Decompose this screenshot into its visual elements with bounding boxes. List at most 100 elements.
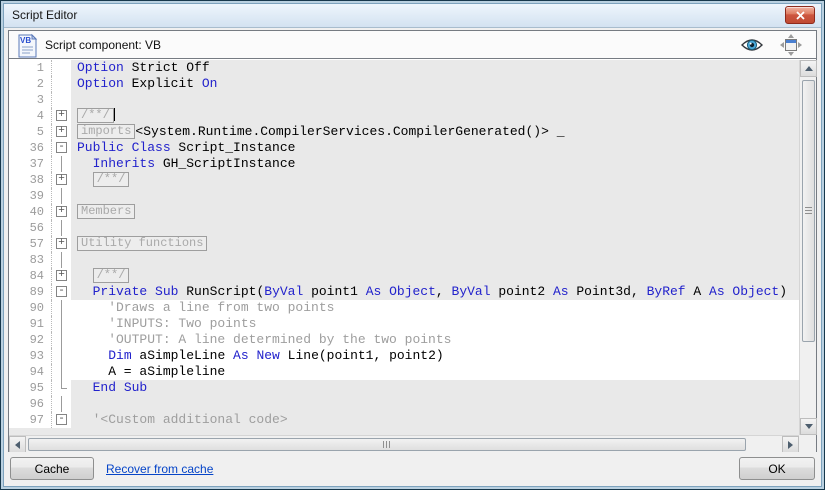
code-editor: 1 Option Strict Off 2 Option Explicit On 3 4 +… [9,60,817,453]
collapsed-region-box[interactable]: /**/ [77,108,114,123]
line-number: 93 [9,348,51,364]
code-line[interactable]: 1 Option Strict Off [9,60,799,76]
ok-button[interactable]: OK [739,457,815,480]
code-line[interactable]: 92 'OUTPUT: A line determined by the two… [9,332,799,348]
line-number: 3 [9,92,51,108]
expand-fold-icon[interactable]: + [56,206,67,217]
fit-window-icon[interactable] [780,34,802,56]
code-line[interactable]: 57 + Utility functions [9,236,799,252]
code-line[interactable]: 95 End Sub [9,380,799,396]
code-line[interactable]: 83 [9,252,799,268]
scroll-left-arrow-icon[interactable] [9,436,26,453]
code-text[interactable]: A = aSimpleline [71,364,799,380]
line-number: 56 [9,220,51,236]
code-line[interactable]: 37 Inherits GH_ScriptInstance [9,156,799,172]
code-text[interactable] [71,220,799,236]
keyword-token: Public Class [77,140,171,155]
code-text[interactable]: Utility functions [71,236,799,252]
code-text[interactable]: 'OUTPUT: A line determined by the two po… [71,332,799,348]
text-caret [113,108,115,121]
code-line[interactable]: 5 + imports <System.Runtime.CompilerService… [9,124,799,140]
collapsed-region-box[interactable]: /**/ [92,268,130,283]
code-line[interactable]: 90 'Draws a line from two points [9,300,799,316]
fold-gutter [51,348,71,364]
code-line[interactable]: 4 + /**/ [9,108,799,124]
code-text[interactable]: imports <System.Runtime.CompilerServices.… [71,124,799,140]
keyword-token: As Object [709,284,780,299]
thumb-grip [805,207,812,214]
collapsed-region-box[interactable]: Utility functions [77,236,208,251]
fold-gutter [51,76,71,92]
horizontal-scrollbar[interactable] [9,435,799,453]
expand-fold-icon[interactable]: + [56,110,67,121]
close-icon[interactable] [785,6,815,24]
code-text[interactable]: End Sub [71,380,799,396]
line-number: 92 [9,332,51,348]
code-line[interactable]: 93 Dim aSimpleLine As New Line(point1, p… [9,348,799,364]
scroll-right-arrow-icon[interactable] [782,436,799,453]
code-line[interactable]: 84 + /**/ [9,268,799,284]
keyword-token: ByVal [264,284,304,299]
collapsed-region-box[interactable]: imports [77,124,136,139]
vertical-scroll-thumb[interactable] [802,80,815,342]
keyword-token: ByRef [646,284,686,299]
code-text[interactable]: Option Explicit On [71,76,799,92]
code-area[interactable]: 1 Option Strict Off 2 Option Explicit On 3 4 +… [9,60,799,435]
code-line[interactable]: 38 + /**/ [9,172,799,188]
code-line[interactable]: 56 [9,220,799,236]
code-text[interactable]: Private Sub RunScript(ByVal point1 As Ob… [71,284,799,300]
fold-gutter: + [51,236,71,252]
code-line[interactable]: 2 Option Explicit On [9,76,799,92]
collapse-fold-icon[interactable]: - [56,414,67,425]
horizontal-scroll-thumb[interactable] [28,438,746,451]
code-line[interactable]: 3 [9,92,799,108]
code-text[interactable]: /**/ [71,268,799,284]
fold-gutter [51,396,71,412]
code-text[interactable]: /**/ [71,172,799,188]
code-line[interactable]: 94 A = aSimpleline [9,364,799,380]
collapsed-region-box[interactable]: Members [77,204,136,219]
recover-from-cache-link[interactable]: Recover from cache [106,462,213,476]
fold-line [61,316,62,332]
code-line[interactable]: 91 'INPUTS: Two points [9,316,799,332]
collapse-fold-icon[interactable]: - [56,286,67,297]
collapse-fold-icon[interactable]: - [56,142,67,153]
code-text[interactable] [71,396,799,412]
expand-fold-icon[interactable]: + [56,238,67,249]
code-text[interactable]: Dim aSimpleLine As New Line(point1, poin… [71,348,799,364]
line-number: 90 [9,300,51,316]
left-triangle [15,440,20,449]
expand-fold-icon[interactable]: + [56,270,67,281]
eye-icon[interactable] [740,37,764,53]
expand-fold-icon[interactable]: + [56,174,67,185]
code-text[interactable] [71,188,799,204]
code-line[interactable]: 89- Private Sub RunScript(ByVal point1 A… [9,284,799,300]
code-line[interactable]: 39 [9,188,799,204]
code-line[interactable]: 96 [9,396,799,412]
code-line[interactable]: 97- '<Custom additional code> [9,412,799,428]
code-text[interactable]: 'INPUTS: Two points [71,316,799,332]
code-text[interactable]: /**/ [71,108,799,124]
code-text[interactable]: 'Draws a line from two points [71,300,799,316]
comment-token: 'Draws a line from two points [77,300,335,315]
collapsed-region-box[interactable]: /**/ [92,172,130,187]
thumb-grip [383,441,390,448]
code-text[interactable] [71,252,799,268]
scroll-up-arrow-icon[interactable] [800,60,817,77]
script-editor-window: Script Editor VB Script component: VB 1 … [0,0,825,490]
titlebar[interactable]: Script Editor [4,4,821,28]
code-text[interactable]: Option Strict Off [71,60,799,76]
code-text[interactable]: '<Custom additional code> [71,412,799,428]
code-text[interactable]: Members [71,204,799,220]
scroll-down-arrow-icon[interactable] [800,418,817,435]
code-text[interactable]: Public Class Script_Instance [71,140,799,156]
code-line[interactable]: 36- Public Class Script_Instance [9,140,799,156]
code-text[interactable] [71,92,799,108]
code-line[interactable]: 40 + Members [9,204,799,220]
expand-fold-icon[interactable]: + [56,126,67,137]
cache-button[interactable]: Cache [10,457,94,480]
code-text[interactable]: Inherits GH_ScriptInstance [71,156,799,172]
vertical-scrollbar[interactable] [799,60,817,435]
